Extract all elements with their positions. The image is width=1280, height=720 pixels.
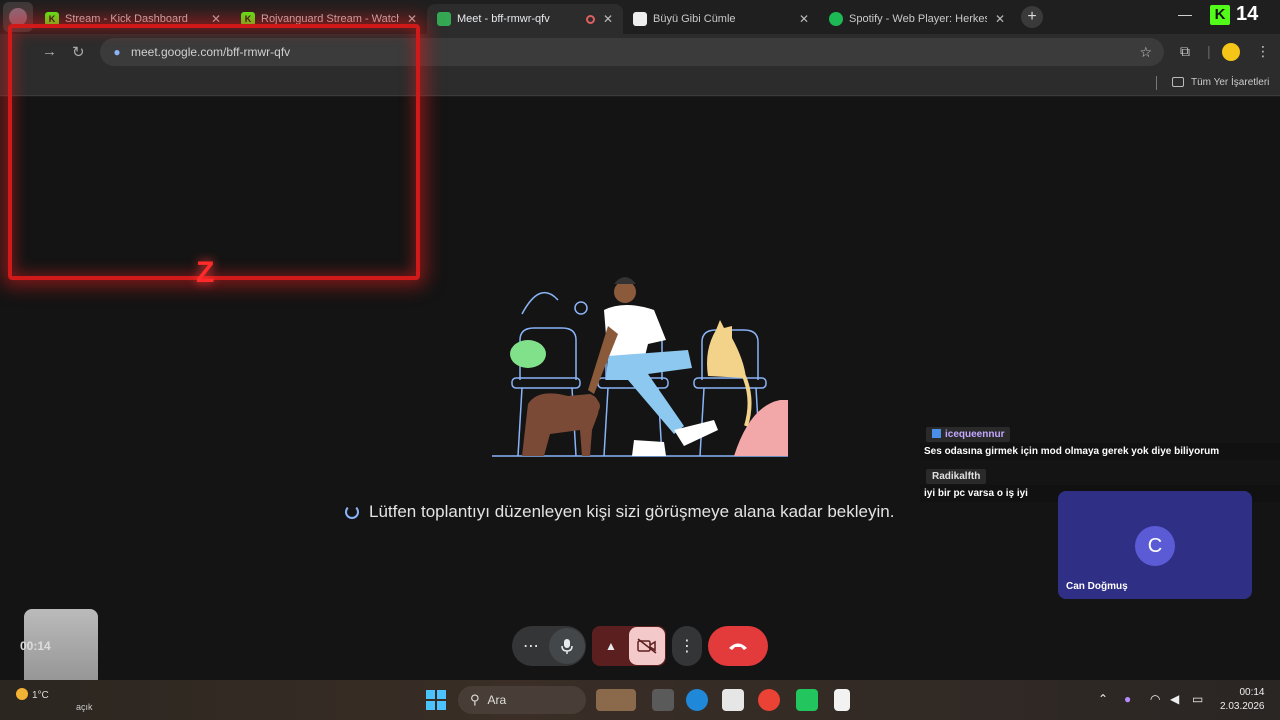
notepad-icon[interactable] <box>834 689 850 711</box>
clock-time: 00:14 <box>1239 687 1265 698</box>
overlay-z-logo: Z <box>196 256 215 289</box>
weather-desc: açık <box>76 702 93 712</box>
weather-temp: 1°C <box>32 690 49 701</box>
battery-icon[interactable]: ▭ <box>1192 692 1203 706</box>
recording-icon <box>586 14 595 24</box>
divider <box>1156 76 1157 90</box>
store-icon[interactable] <box>722 689 744 711</box>
microphone-icon <box>561 639 573 654</box>
new-tab-button[interactable]: + <box>1021 6 1043 28</box>
camera-off-button[interactable] <box>629 627 665 665</box>
windows-taskbar: 1°C açık ⚲ Ara ⌃ ● ◠ ◀ ▭ 00:14 2.03.2026 <box>0 680 1280 720</box>
close-icon[interactable]: ✕ <box>797 12 811 26</box>
tab-chatgpt[interactable]: Büyü Gibi Cümle ✕ <box>623 4 819 34</box>
tab-title: Spotify - Web Player: Herkes iç <box>849 13 987 25</box>
stream-overlay-frame <box>8 24 420 280</box>
separator: | <box>1207 43 1211 59</box>
waiting-message: Lütfen toplantıyı düzenleyen kişi sizi g… <box>345 502 894 522</box>
waiting-illustration <box>492 277 788 457</box>
chat-message: icequeennur Ses odasına girmek için mod … <box>920 424 1280 460</box>
start-button[interactable] <box>426 690 446 710</box>
mic-control-group: ⋯ <box>512 626 586 666</box>
search-placeholder: Ara <box>487 693 507 707</box>
clock-date: 2.03.2026 <box>1220 701 1265 712</box>
folder-icon <box>1172 77 1184 87</box>
self-video-tile[interactable]: C Can Doğmuş <box>1058 491 1252 599</box>
kick-logo-icon: K <box>1210 5 1230 25</box>
tab-title: Büyü Gibi Cümle <box>653 13 736 25</box>
taskbar-search[interactable]: ⚲ Ara <box>458 686 586 714</box>
waiting-text: Lütfen toplantıyı düzenleyen kişi sizi g… <box>369 502 895 521</box>
extensions-icon[interactable]: ⧉ <box>1180 43 1190 60</box>
loading-spinner-icon <box>345 505 359 519</box>
bookmark-star-icon[interactable]: ☆ <box>1139 44 1152 61</box>
hang-up-icon <box>729 643 747 650</box>
spotify-icon <box>829 12 843 26</box>
chat-username: Radikalfth <box>926 469 987 484</box>
timer-text: 00:14 <box>20 639 51 653</box>
close-icon[interactable]: ✕ <box>993 12 1007 26</box>
end-call-button[interactable] <box>708 626 768 666</box>
microphone-button[interactable] <box>549 628 585 664</box>
chat-username: icequeennur <box>926 427 1011 442</box>
app-icon[interactable] <box>796 689 818 711</box>
more-options-button[interactable]: ⋮ <box>672 626 702 666</box>
chatgpt-icon <box>633 12 647 26</box>
tab-title: Meet - bff-rmwr-qfv <box>457 13 550 25</box>
camera-off-icon <box>637 638 657 654</box>
chevron-up-icon[interactable]: ⌃ <box>1098 692 1108 706</box>
widgets-app-icon[interactable] <box>596 689 636 711</box>
camera-control-group: ▲ <box>592 626 666 666</box>
edge-icon[interactable] <box>686 689 708 711</box>
verified-badge-icon <box>932 429 941 438</box>
tab-meet[interactable]: Meet - bff-rmwr-qfv ✕ <box>427 4 623 34</box>
self-name: Can Doğmuş <box>1066 581 1128 592</box>
volume-icon[interactable]: ◀ <box>1170 692 1179 706</box>
minimize-icon[interactable]: — <box>1178 6 1192 22</box>
kick-counter: 14 <box>1236 3 1259 25</box>
self-avatar: C <box>1135 526 1175 566</box>
chrome-icon[interactable] <box>758 689 780 711</box>
meet-icon <box>437 12 451 26</box>
clock[interactable]: 00:14 2.03.2026 <box>1220 686 1265 714</box>
wifi-icon[interactable]: ◠ <box>1150 692 1160 706</box>
mic-tray-icon[interactable]: ● <box>1124 692 1131 706</box>
weather-icon <box>16 688 28 700</box>
chat-text: Ses odasına girmek için mod olmaya gerek… <box>920 443 1280 460</box>
account-avatar[interactable] <box>1222 43 1240 61</box>
search-icon: ⚲ <box>470 692 480 707</box>
tab-spotify[interactable]: Spotify - Web Player: Herkes iç ✕ <box>819 4 1015 34</box>
close-icon[interactable]: ✕ <box>601 12 615 26</box>
all-bookmarks-link[interactable]: Tüm Yer İşaretleri <box>1191 77 1269 88</box>
weather-widget[interactable]: 1°C açık <box>16 688 93 712</box>
chevron-up-icon[interactable]: ▲ <box>593 639 629 653</box>
task-view-icon[interactable] <box>652 689 674 711</box>
more-audio-options-icon[interactable]: ⋯ <box>513 636 549 656</box>
menu-icon[interactable]: ⋮ <box>1256 43 1270 60</box>
